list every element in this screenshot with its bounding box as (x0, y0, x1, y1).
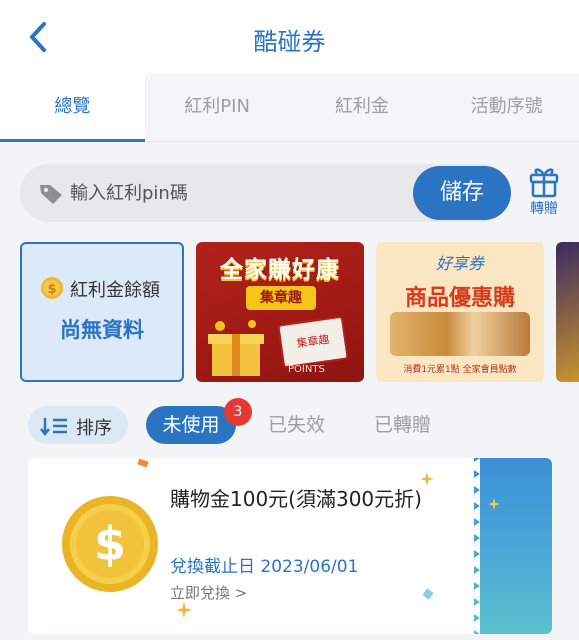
promo-banner-stamp-event[interactable]: 全家賺好康 集章趣 集章趣 POINTS (196, 242, 364, 382)
gift-icon (529, 168, 559, 198)
svg-text:$: $ (94, 517, 126, 571)
coupon-title: 購物金100元(須滿300元折) (170, 487, 422, 511)
coupon-expiry: 兌換截止日 2023/06/01 (170, 557, 359, 577)
promo-title: 全家賺好康 (220, 257, 340, 283)
stamp-card: 集章趣 (277, 315, 349, 369)
transfer-label: 轉贈 (530, 201, 558, 217)
confetti-piece (137, 458, 149, 468)
coupon-stub-edge (468, 458, 480, 634)
tab-bar: 總覽 紅利PIN 紅利金 活動序號 (0, 74, 579, 142)
balance-value: 尚無資料 (60, 318, 144, 342)
unused-count-badge: 3 (224, 398, 252, 426)
promo-banner-product-deals[interactable]: 好享券 商品優惠購 消費1元累1點 全家會員點數 (376, 242, 544, 382)
sparkle-icon (420, 472, 434, 486)
sparkle-icon (176, 602, 192, 618)
filter-unused[interactable]: 未使用 (146, 406, 236, 444)
sort-icon (40, 418, 67, 436)
promo-brand: 好享券 (435, 254, 484, 273)
sort-label: 排序 (76, 418, 112, 439)
svg-text:$: $ (47, 282, 56, 297)
bonus-balance-card[interactable]: $ 紅利金餘額 尚無資料 (20, 242, 184, 382)
balance-label: 紅利金餘額 (70, 280, 160, 301)
promo-subtitle: 集章趣 (246, 286, 316, 310)
tag-icon (40, 185, 62, 204)
pin-code-input[interactable] (70, 176, 410, 210)
header: 酷碰券 (0, 0, 579, 74)
promo-note: 消費1元累1點 全家會員點數 (403, 365, 517, 375)
page: 酷碰券 總覽 紅利PIN 紅利金 活動序號 儲存 轉贈 $ 紅利金餘 (0, 0, 579, 640)
redeem-link[interactable]: 立即兌換 > (170, 582, 247, 603)
filter-transferred[interactable]: 已轉贈 (374, 406, 431, 444)
points-label: POINTS (288, 364, 325, 375)
sparkle-icon (488, 498, 500, 510)
sort-button[interactable]: 排序 (28, 406, 128, 444)
confetti-piece (422, 588, 434, 600)
promo-banner-partial[interactable] (556, 242, 579, 382)
tab-overview[interactable]: 總覽 (0, 74, 145, 142)
save-button[interactable]: 儲存 (413, 166, 511, 220)
promo-title: 商品優惠購 (404, 286, 515, 311)
page-title: 酷碰券 (253, 28, 326, 56)
tab-bonus-pin[interactable]: 紅利PIN (145, 74, 290, 141)
food-illustration (390, 312, 530, 356)
tab-bonus-money[interactable]: 紅利金 (290, 74, 435, 141)
coupon-stub (474, 458, 552, 634)
filter-expired[interactable]: 已失效 (268, 406, 325, 444)
coupon-card[interactable]: $ 購物金100元(須滿300元折) 兌換截止日 2023/06/01 立即兌換… (28, 458, 552, 634)
transfer-button[interactable]: 轉贈 (522, 164, 566, 220)
tab-event-serial[interactable]: 活動序號 (434, 74, 579, 141)
dollar-coin-icon: $ (62, 496, 158, 592)
coin-icon: $ (41, 277, 63, 299)
gift-box-illustration (208, 320, 264, 376)
